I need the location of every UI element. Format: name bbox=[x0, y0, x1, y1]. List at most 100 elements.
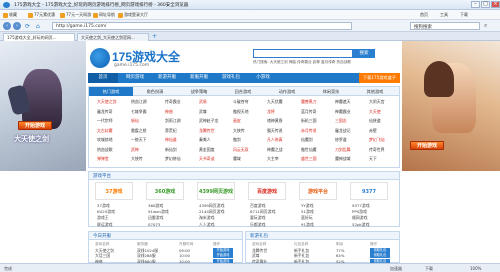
platform-link[interactable]: KU25游戏 bbox=[97, 209, 115, 215]
category-game-link[interactable]: 修罗道 bbox=[335, 137, 347, 143]
tab-turn-based[interactable]: 回合游戏 bbox=[221, 87, 265, 96]
category-game-link[interactable]: 神魔遮天 bbox=[335, 99, 351, 105]
category-game-link[interactable]: 傲视天地 bbox=[233, 109, 249, 115]
maximize-button[interactable]: □ bbox=[481, 1, 490, 8]
platform-link[interactable]: 360游戏 bbox=[148, 203, 163, 209]
category-game-link[interactable]: 屠龙战记 bbox=[335, 128, 351, 134]
category-game-link[interactable]: 大天使 bbox=[369, 109, 381, 115]
refresh-icon[interactable]: ⟳ bbox=[25, 23, 30, 30]
category-game-link[interactable]: 武神 bbox=[131, 147, 139, 153]
category-game-link[interactable]: 赤壁 bbox=[369, 128, 377, 134]
minimize-button[interactable]: – bbox=[471, 1, 480, 8]
category-game-link[interactable]: 赤月传说 bbox=[301, 128, 317, 134]
site-search-input[interactable] bbox=[253, 49, 353, 58]
platform-link[interactable]: 迅雷游戏 bbox=[148, 215, 164, 221]
download-box-link[interactable]: 下载175游戏盒子 bbox=[358, 73, 400, 83]
category-game-link[interactable]: 霸天传说 bbox=[267, 128, 283, 134]
category-game-link[interactable]: 传奇世界 bbox=[369, 147, 385, 153]
category-game-link[interactable]: 风云无双 bbox=[233, 147, 249, 153]
nav-new-servers[interactable]: 新服开服 bbox=[184, 73, 214, 83]
platform-link[interactable]: 游戏王 bbox=[97, 215, 109, 221]
platform-link[interactable]: 52pk游戏 bbox=[352, 222, 369, 228]
category-game-link[interactable]: 斩仙 bbox=[131, 118, 139, 124]
category-game-link[interactable]: 龙腾传世 bbox=[199, 128, 215, 134]
download-menu[interactable]: 下载 bbox=[460, 12, 468, 18]
search-icon[interactable]: ⌕ bbox=[484, 22, 487, 30]
platform-logo[interactable]: 360游戏 bbox=[146, 182, 184, 200]
category-game-link[interactable]: 传奇霸业 bbox=[165, 99, 181, 105]
category-game-link[interactable]: 天下 bbox=[369, 156, 377, 162]
category-game-link[interactable]: 神曲 bbox=[165, 109, 173, 115]
category-game-link[interactable]: 蓝月传奇 bbox=[301, 109, 317, 115]
category-game-link[interactable]: 屠龙传奇 bbox=[97, 109, 113, 115]
category-game-link[interactable]: 神仙道 bbox=[165, 137, 177, 143]
category-game-link[interactable]: 仙魔剑 bbox=[301, 137, 313, 143]
platform-link[interactable]: 07073 bbox=[148, 222, 160, 227]
tab-strategy[interactable]: 战争策略 bbox=[177, 87, 221, 96]
category-game-link[interactable]: 梦幻飞仙 bbox=[369, 137, 385, 143]
category-game-link[interactable]: 画皮 bbox=[233, 118, 241, 124]
category-game-link[interactable]: 大侠传 bbox=[131, 156, 143, 162]
platform-link[interactable]: 6711网页游戏 bbox=[250, 209, 275, 215]
favorite-item[interactable]: 网址导航 bbox=[93, 12, 115, 18]
category-game-link[interactable]: 魔神战域 bbox=[335, 156, 351, 162]
nav-gift-packs[interactable]: 游戏礼包 bbox=[216, 73, 246, 83]
category-game-link[interactable]: 魔兽黑刀 bbox=[301, 99, 317, 105]
platform-link[interactable]: 9377游戏 bbox=[352, 203, 370, 209]
platform-link[interactable]: 37游戏 bbox=[97, 203, 110, 209]
category-game-link[interactable]: 天书奇谈 bbox=[199, 156, 215, 162]
nav-mini-games[interactable]: 小游戏 bbox=[248, 73, 278, 83]
category-game-link[interactable]: 凡人修真 bbox=[267, 137, 283, 143]
category-game-link[interactable]: 攻城掠地 bbox=[97, 137, 113, 143]
tab-175[interactable]: 175游戏大全_好玩的网页... bbox=[3, 33, 75, 41]
platform-link[interactable]: 人人游戏 bbox=[199, 222, 215, 228]
category-game-link[interactable]: 一统天下 bbox=[131, 137, 147, 143]
category-game-link[interactable]: 七雄争霸 bbox=[131, 109, 147, 115]
category-game-link[interactable]: 神魔之战 bbox=[267, 147, 283, 153]
category-game-link[interactable]: 傲剑 bbox=[233, 137, 241, 143]
platform-link[interactable]: 淘米游戏 bbox=[199, 215, 215, 221]
category-game-link[interactable]: 秦美人 bbox=[199, 137, 211, 143]
category-game-link[interactable]: 大闹天宫 bbox=[369, 99, 385, 105]
nav-new-games[interactable]: 新游开服 bbox=[152, 73, 182, 83]
accelerator-button[interactable]: 加速器 bbox=[390, 266, 402, 272]
platform-link[interactable]: YY游戏 bbox=[301, 203, 314, 209]
left-ad-banner[interactable]: 开始游戏 大天使之剑 bbox=[0, 41, 86, 171]
platform-link[interactable]: 蛮好玩 bbox=[301, 215, 313, 221]
favorite-item[interactable]: 77元素优惠 bbox=[28, 12, 55, 18]
tools-menu[interactable]: 工具 bbox=[440, 12, 448, 18]
platform-link[interactable]: 联运游戏 bbox=[97, 222, 113, 228]
zoom-level[interactable]: 100% bbox=[470, 266, 481, 271]
category-game-link[interactable]: 诸神黄昏 bbox=[267, 118, 283, 124]
tab-casual[interactable]: 休闲竞技 bbox=[309, 87, 353, 96]
category-game-link[interactable]: 斗破苍穹 bbox=[233, 99, 249, 105]
category-game-link[interactable]: 九天伏魔 bbox=[267, 99, 283, 105]
left-start-game-button[interactable]: 开始游戏 bbox=[18, 121, 52, 130]
category-game-link[interactable]: 神魔霸业 bbox=[335, 109, 351, 115]
new-tab-button[interactable]: + bbox=[152, 33, 157, 40]
panel-action-button[interactable]: 领取礼包 bbox=[370, 253, 390, 259]
url-input[interactable]: http://game.i175.com/ bbox=[52, 22, 352, 30]
category-game-link[interactable]: 剑雨江湖 bbox=[165, 118, 181, 124]
category-game-link[interactable]: 莽荒纪 bbox=[165, 128, 177, 134]
tab-hot-games[interactable]: 热门游戏 bbox=[89, 87, 133, 96]
favorite-item[interactable]: 77元一天网游 bbox=[60, 12, 91, 18]
platform-link[interactable]: 要玩游戏 bbox=[250, 215, 266, 221]
platform-link[interactable]: PPS游戏 bbox=[352, 209, 367, 215]
category-game-link[interactable]: 三国志 bbox=[335, 118, 347, 124]
hot-search-words[interactable]: 热门搜索: 大天使之剑 神曲 传奇霸业 武尊 蓝月传奇 热血战歌 bbox=[253, 60, 403, 65]
platform-logo[interactable]: 百度游戏 bbox=[248, 182, 286, 200]
platform-link[interactable]: 4399网页游戏 bbox=[199, 203, 224, 209]
category-game-link[interactable]: 梦幻修仙 bbox=[165, 156, 181, 162]
nav-web-games[interactable]: 网页游戏 bbox=[120, 73, 150, 83]
category-game-link[interactable]: 刀剑乱舞 bbox=[335, 147, 351, 153]
panel-action-button[interactable]: 开始游戏 bbox=[213, 253, 233, 259]
category-game-link[interactable]: 新仙剑 bbox=[165, 147, 177, 153]
favorite-item[interactable]: 游戏登录大厅 bbox=[118, 12, 148, 18]
category-game-link[interactable]: 武易 bbox=[199, 99, 207, 105]
downloads-button[interactable]: 下载 bbox=[425, 266, 433, 272]
category-game-link[interactable]: 大主宰 bbox=[267, 156, 279, 162]
category-game-link[interactable]: 雷霆之怒 bbox=[131, 128, 147, 134]
favorites-label[interactable]: 收藏 bbox=[3, 12, 17, 18]
right-ad-banner[interactable]: 开始游戏 bbox=[402, 41, 500, 171]
